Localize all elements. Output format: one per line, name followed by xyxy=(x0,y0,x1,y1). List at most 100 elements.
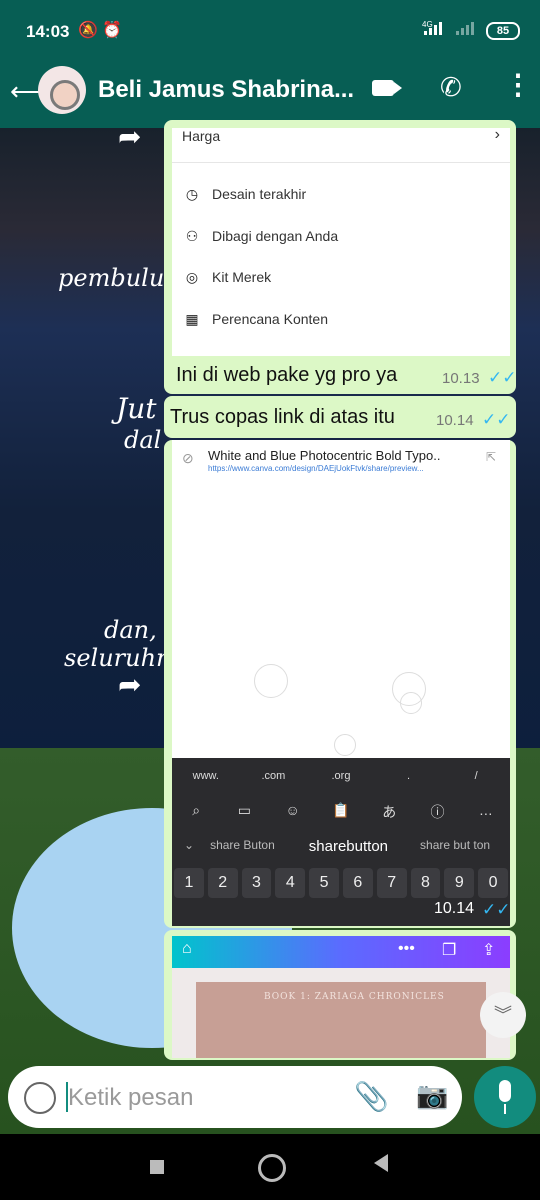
keyboard-key: 7 xyxy=(376,868,407,898)
home-icon: ⌂ xyxy=(182,940,192,957)
microphone-stem xyxy=(504,1104,506,1114)
avatar[interactable] xyxy=(38,66,86,114)
battery-icon: 85 xyxy=(486,22,520,40)
message-text: Trus copas link di atas itu xyxy=(170,406,395,428)
share-icon: ⇪ xyxy=(482,942,496,959)
back-button-icon[interactable] xyxy=(374,1154,388,1172)
message-input[interactable]: Ketik pesan xyxy=(68,1084,193,1112)
recent-apps-icon[interactable] xyxy=(150,1160,164,1174)
link-url: https://www.canva.com/design/DAEjUokFtvk… xyxy=(208,464,424,473)
menu-item-label: Kit Merek xyxy=(212,269,272,285)
battery-level: 85 xyxy=(496,25,510,37)
message-time: 10.13 xyxy=(442,370,480,387)
keyboard-key: 4 xyxy=(275,868,306,898)
keyboard-collapse-icon: ⌄ xyxy=(184,838,195,852)
keyboard-gif-icon: ▭ xyxy=(237,802,252,818)
canva-menu-screenshot: Harga › ◷ Desain terakhir ⚇ Dibagi dengan … xyxy=(172,126,510,356)
wallpaper-text: Jut xyxy=(116,392,157,425)
forward-arrow-icon[interactable]: ➦ xyxy=(118,668,141,701)
avatar-face-icon xyxy=(50,80,80,110)
home-button-icon[interactable] xyxy=(258,1154,286,1182)
read-ticks-icon: ✓✓ xyxy=(488,368,517,387)
signal-strength-2-icon xyxy=(456,22,474,35)
calendar-icon: ▦ xyxy=(185,311,199,327)
keyboard-key: 6 xyxy=(342,868,373,898)
menu-item: ▦ Perencana Konten xyxy=(182,311,328,328)
attachment-icon[interactable]: 📎 xyxy=(354,1080,389,1113)
chat-header: ⟵ Beli Jamus Shabrina... ✆ ⋮ xyxy=(0,54,540,128)
signal-strength-icon xyxy=(424,22,442,35)
phone-call-icon[interactable]: ✆ xyxy=(440,72,462,103)
menu-item-label: Harga xyxy=(182,128,221,144)
forward-arrow-icon[interactable]: ➦ xyxy=(118,128,141,153)
keyboard-key: 1 xyxy=(174,868,204,898)
canva-design-preview: BOOK 1: ZARIAGA CHRONICLES xyxy=(172,968,510,1058)
people-icon: ⚇ xyxy=(185,228,199,244)
message-text: Ini di web pake yg pro ya xyxy=(176,364,398,386)
chevron-right-icon: › xyxy=(494,126,500,143)
chevron-double-down-icon: ︾ xyxy=(494,1005,512,1025)
keyboard-suggestion: sharebutton xyxy=(308,838,389,855)
keyboard-key: 0 xyxy=(478,868,508,898)
microphone-button[interactable] xyxy=(474,1066,536,1128)
keyboard-key: 8 xyxy=(410,868,441,898)
alarm-icon: ⏰ xyxy=(102,22,122,39)
link-preview: ⊘ White and Blue Photocentric Bold Typo.… xyxy=(172,440,510,480)
menu-item: Harga › xyxy=(182,126,500,144)
message-time: 10.14 xyxy=(436,412,474,429)
keyboard-more-icon: … xyxy=(478,802,493,818)
keyboard-key: www. xyxy=(192,770,219,782)
menu-item-label: Dibagi dengan Anda xyxy=(212,228,339,244)
brand-kit-icon: ◎ xyxy=(185,269,199,285)
wallpaper-text: pembuluh xyxy=(58,264,180,292)
keyboard-key: . xyxy=(407,770,411,782)
microphone-icon xyxy=(499,1080,511,1102)
link-title: White and Blue Photocentric Bold Typo.. xyxy=(208,448,441,463)
menu-item-label: Perencana Konten xyxy=(212,311,328,327)
shared-screenshot: ⊘ White and Blue Photocentric Bold Typo.… xyxy=(172,440,510,926)
status-bar: 14:03 🔕 ⏰ 4G 85 xyxy=(0,0,540,54)
touch-indicator xyxy=(334,734,356,756)
keyboard-search-icon: ⌕ xyxy=(192,802,201,818)
menu-item: ◎ Kit Merek xyxy=(182,269,271,286)
more-options-icon[interactable]: ⋮ xyxy=(504,68,532,101)
mute-notifications-icon: 🔕 xyxy=(78,22,98,39)
menu-item: ◷ Desain terakhir xyxy=(182,186,306,203)
keyboard-clipboard-icon: 📋 xyxy=(332,802,350,818)
keyboard-translate-icon: あ xyxy=(382,804,397,820)
camera-icon[interactable]: 📷 xyxy=(416,1080,448,1111)
link-icon: ⊘ xyxy=(182,450,194,466)
keyboard-suggestion: share Buton xyxy=(210,838,275,852)
scroll-to-bottom-button[interactable]: ︾ xyxy=(480,992,526,1038)
more-options-icon: ••• xyxy=(398,940,415,957)
message-time: 10.14 xyxy=(434,900,475,917)
contact-name[interactable]: Beli Jamus Shabrina... xyxy=(98,76,354,104)
expand-icon: ⇱ xyxy=(485,450,496,464)
keyboard-key: 9 xyxy=(444,868,475,898)
touch-indicator xyxy=(400,692,422,714)
touch-indicator xyxy=(254,664,288,698)
keyboard-key: .com xyxy=(261,770,286,782)
keyboard-key: 5 xyxy=(309,868,339,898)
navigation-bar xyxy=(0,1134,540,1200)
keyboard-key: 2 xyxy=(207,868,238,898)
divider xyxy=(172,162,510,163)
emoji-icon[interactable] xyxy=(24,1082,56,1114)
canva-toolbar: ⌂ ••• ❐ ⇪ xyxy=(172,936,510,968)
keyboard-key: .org xyxy=(331,770,351,782)
book-cover: BOOK 1: ZARIAGA CHRONICLES xyxy=(196,982,486,1058)
message-composer: Ketik pesan 📎 📷 xyxy=(8,1066,462,1128)
video-call-icon[interactable] xyxy=(372,80,402,96)
clock-icon: ◷ xyxy=(185,186,199,202)
pages-icon: ❐ xyxy=(442,942,457,959)
menu-item: ⚇ Dibagi dengan Anda xyxy=(182,228,338,245)
keyboard-key: 3 xyxy=(241,868,272,898)
keyboard-suggestion: share but ton xyxy=(420,838,491,852)
keyboard-info-icon: ⓘ xyxy=(430,804,445,820)
read-ticks-icon: ✓✓ xyxy=(482,900,511,919)
status-time: 14:03 xyxy=(26,22,70,41)
keyboard-key: / xyxy=(474,770,478,782)
keyboard-sticker-icon: ☺ xyxy=(285,802,300,818)
wallpaper-text: dal xyxy=(124,426,162,454)
read-ticks-icon: ✓✓ xyxy=(482,410,511,429)
